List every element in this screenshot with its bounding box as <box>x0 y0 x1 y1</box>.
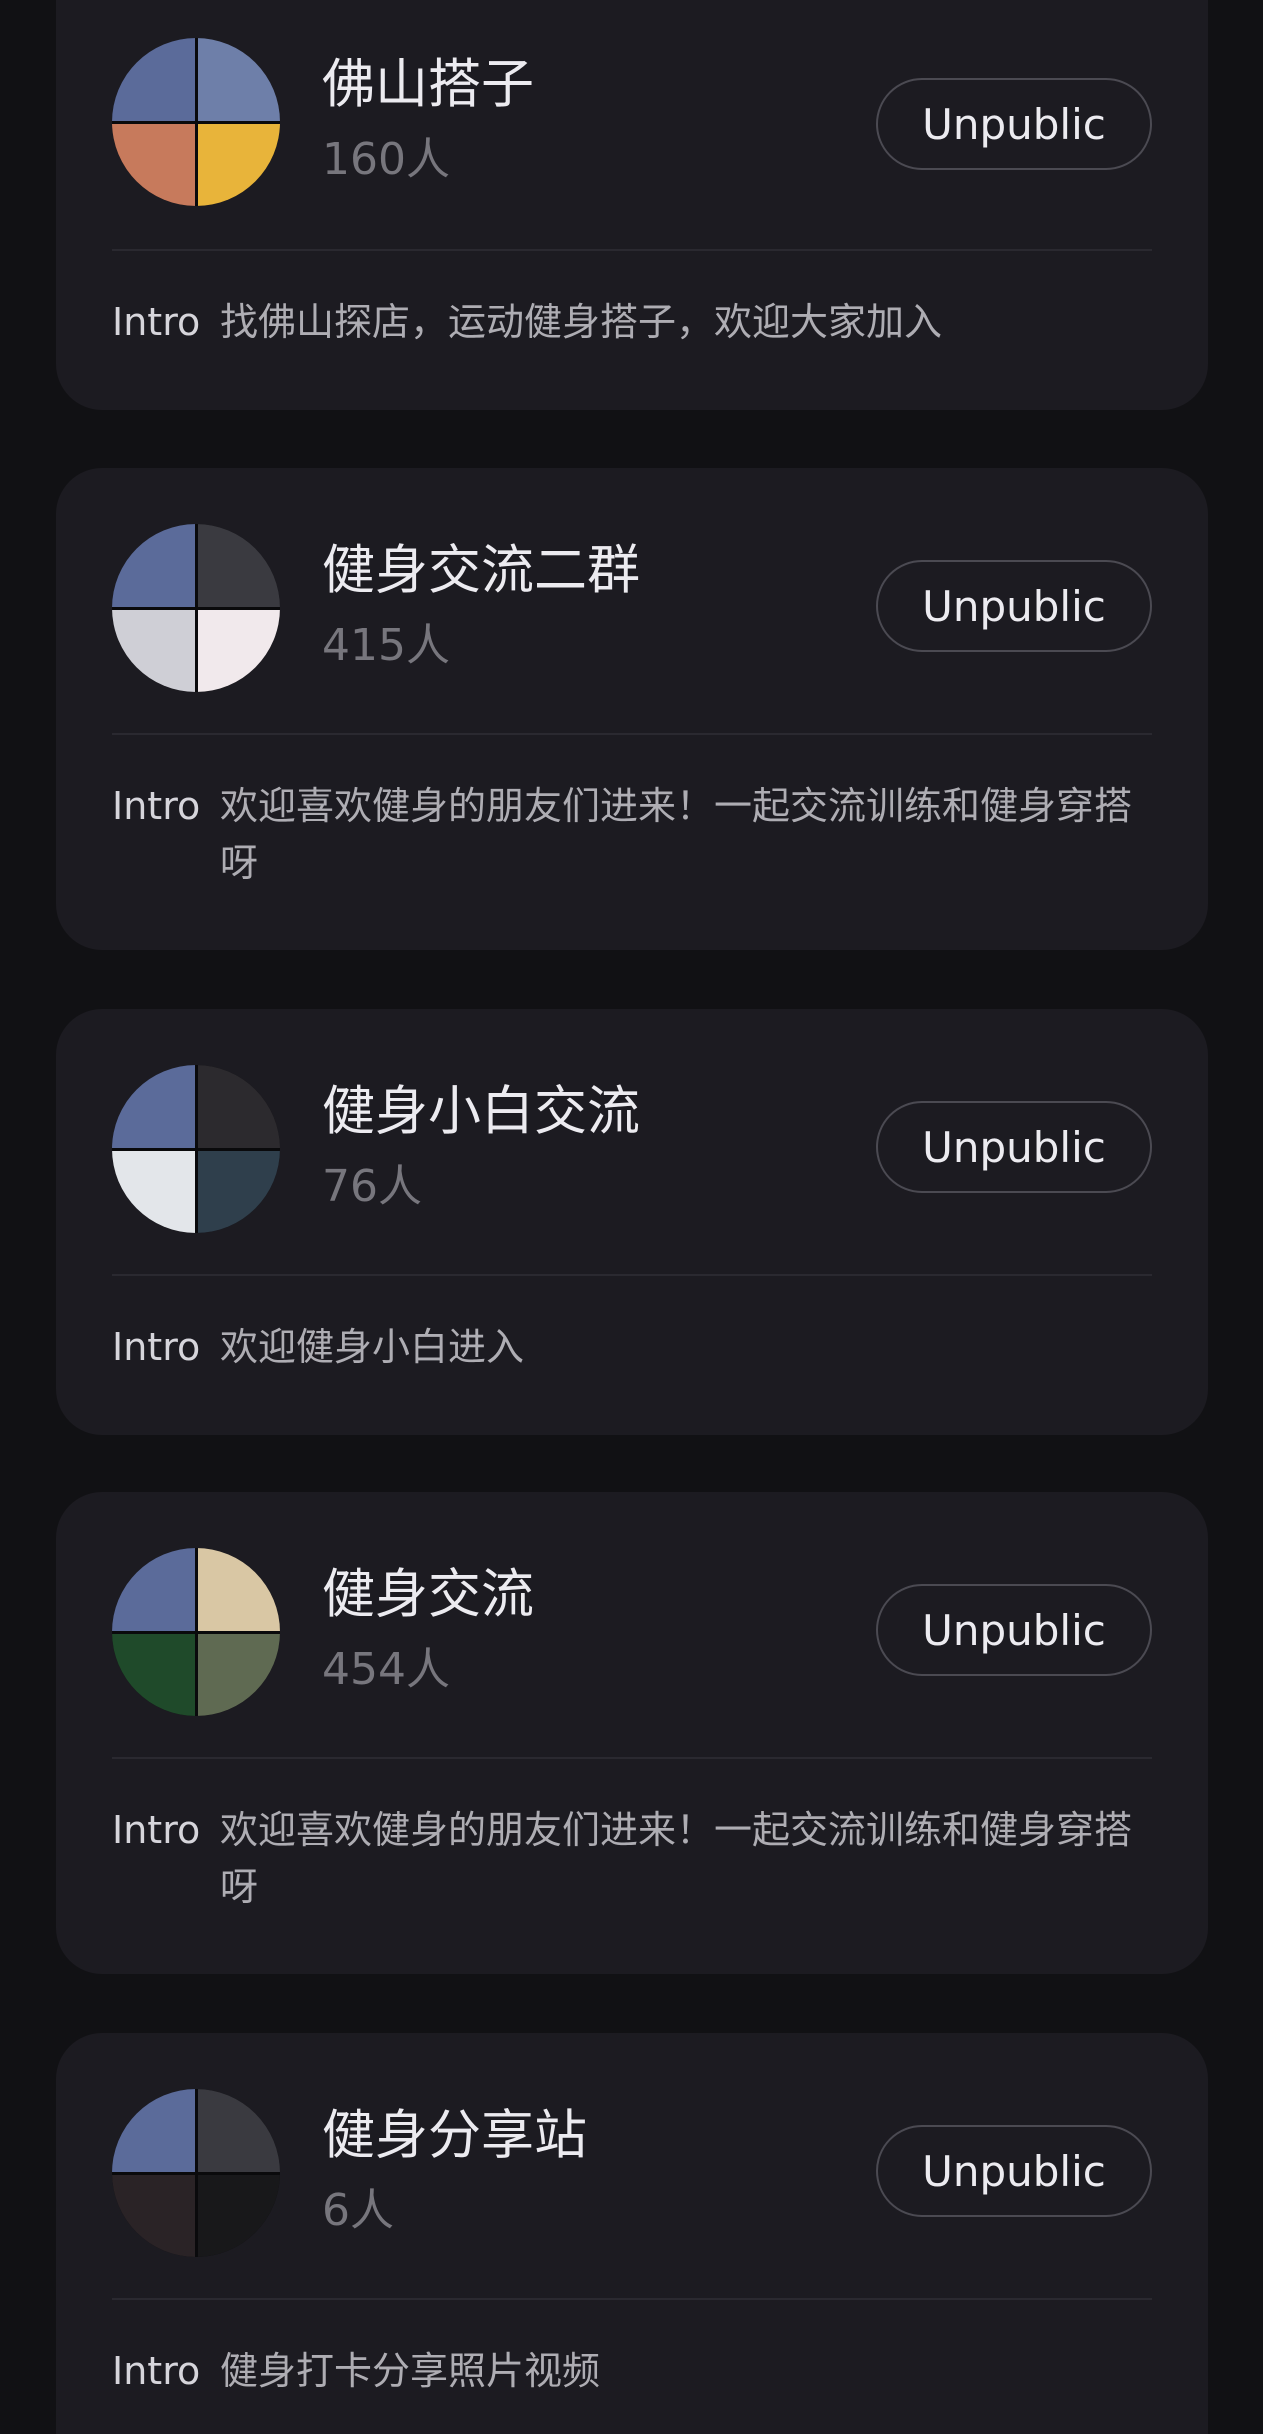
group-card[interactable]: 健身交流 454人 Unpublic Intro 欢迎喜欢健身的朋友们进来！一起… <box>56 1492 1208 1974</box>
unpublic-button[interactable]: Unpublic <box>876 1584 1152 1676</box>
avatar-tile <box>197 1065 280 1148</box>
unpublic-button[interactable]: Unpublic <box>876 1101 1152 1193</box>
card-divider <box>112 1757 1152 1759</box>
intro-row: Intro 欢迎健身小白进入 <box>112 1319 1152 1376</box>
group-avatar <box>112 1548 280 1716</box>
group-avatar <box>112 524 280 692</box>
member-count: 6人 <box>322 2185 394 2236</box>
intro-text: 欢迎喜欢健身的朋友们进来！一起交流训练和健身穿搭呀 <box>220 1808 1133 1909</box>
avatar-tile <box>112 1065 195 1148</box>
group-card[interactable]: 健身小白交流 76人 Unpublic Intro 欢迎健身小白进入 <box>56 1009 1208 1435</box>
avatar-tile <box>112 1633 195 1716</box>
avatar-tile <box>197 38 280 121</box>
intro-label: Intro <box>112 300 201 344</box>
group-name: 健身交流二群 <box>322 540 640 601</box>
avatar-tile <box>112 609 195 692</box>
group-name: 健身小白交流 <box>322 1081 640 1142</box>
member-count: 454人 <box>322 1644 450 1695</box>
group-avatar <box>112 2089 280 2257</box>
member-count: 76人 <box>322 1161 422 1212</box>
avatar-tile <box>197 609 280 692</box>
intro-text: 找佛山探店，运动健身搭子，欢迎大家加入 <box>220 300 943 344</box>
intro-label: Intro <box>112 1808 201 1852</box>
intro-label: Intro <box>112 1325 201 1369</box>
group-name: 健身交流 <box>322 1564 534 1625</box>
avatar-tile <box>112 2174 195 2257</box>
avatar-tile <box>197 2174 280 2257</box>
card-divider <box>112 2298 1152 2300</box>
unpublic-button[interactable]: Unpublic <box>876 560 1152 652</box>
avatar-tile <box>112 1150 195 1233</box>
intro-row: Intro 欢迎喜欢健身的朋友们进来！一起交流训练和健身穿搭呀 <box>112 778 1152 892</box>
unpublic-button[interactable]: Unpublic <box>876 2125 1152 2217</box>
intro-text: 欢迎喜欢健身的朋友们进来！一起交流训练和健身穿搭呀 <box>220 784 1133 885</box>
avatar-tile <box>112 524 195 607</box>
group-card[interactable]: 佛山搭子 160人 Unpublic Intro 找佛山探店，运动健身搭子，欢迎… <box>56 0 1208 410</box>
group-list-page: 佛山搭子 160人 Unpublic Intro 找佛山探店，运动健身搭子，欢迎… <box>0 0 1263 2434</box>
group-avatar <box>112 1065 280 1233</box>
group-card[interactable]: 健身分享站 6人 Unpublic Intro 健身打卡分享照片视频 <box>56 2033 1208 2434</box>
intro-row: Intro 健身打卡分享照片视频 <box>112 2343 1152 2400</box>
intro-label: Intro <box>112 2349 201 2393</box>
avatar-tile <box>197 1150 280 1233</box>
intro-text: 健身打卡分享照片视频 <box>220 2349 601 2393</box>
card-divider <box>112 1274 1152 1276</box>
avatar-tile <box>112 38 195 121</box>
avatar-tile <box>112 123 195 206</box>
intro-text: 欢迎健身小白进入 <box>220 1325 525 1369</box>
intro-row: Intro 找佛山探店，运动健身搭子，欢迎大家加入 <box>112 294 1152 351</box>
avatar-tile <box>112 2089 195 2172</box>
member-count: 160人 <box>322 134 450 185</box>
group-name: 健身分享站 <box>322 2105 587 2166</box>
avatar-tile <box>197 1633 280 1716</box>
avatar-tile <box>197 524 280 607</box>
group-avatar <box>112 38 280 206</box>
group-name: 佛山搭子 <box>322 54 534 115</box>
intro-label: Intro <box>112 784 201 828</box>
card-divider <box>112 733 1152 735</box>
avatar-tile <box>197 123 280 206</box>
card-divider <box>112 249 1152 251</box>
avatar-tile <box>197 1548 280 1631</box>
intro-row: Intro 欢迎喜欢健身的朋友们进来！一起交流训练和健身穿搭呀 <box>112 1802 1152 1916</box>
avatar-tile <box>197 2089 280 2172</box>
avatar-tile <box>112 1548 195 1631</box>
group-card[interactable]: 健身交流二群 415人 Unpublic Intro 欢迎喜欢健身的朋友们进来！… <box>56 468 1208 950</box>
unpublic-button[interactable]: Unpublic <box>876 78 1152 170</box>
member-count: 415人 <box>322 620 450 671</box>
